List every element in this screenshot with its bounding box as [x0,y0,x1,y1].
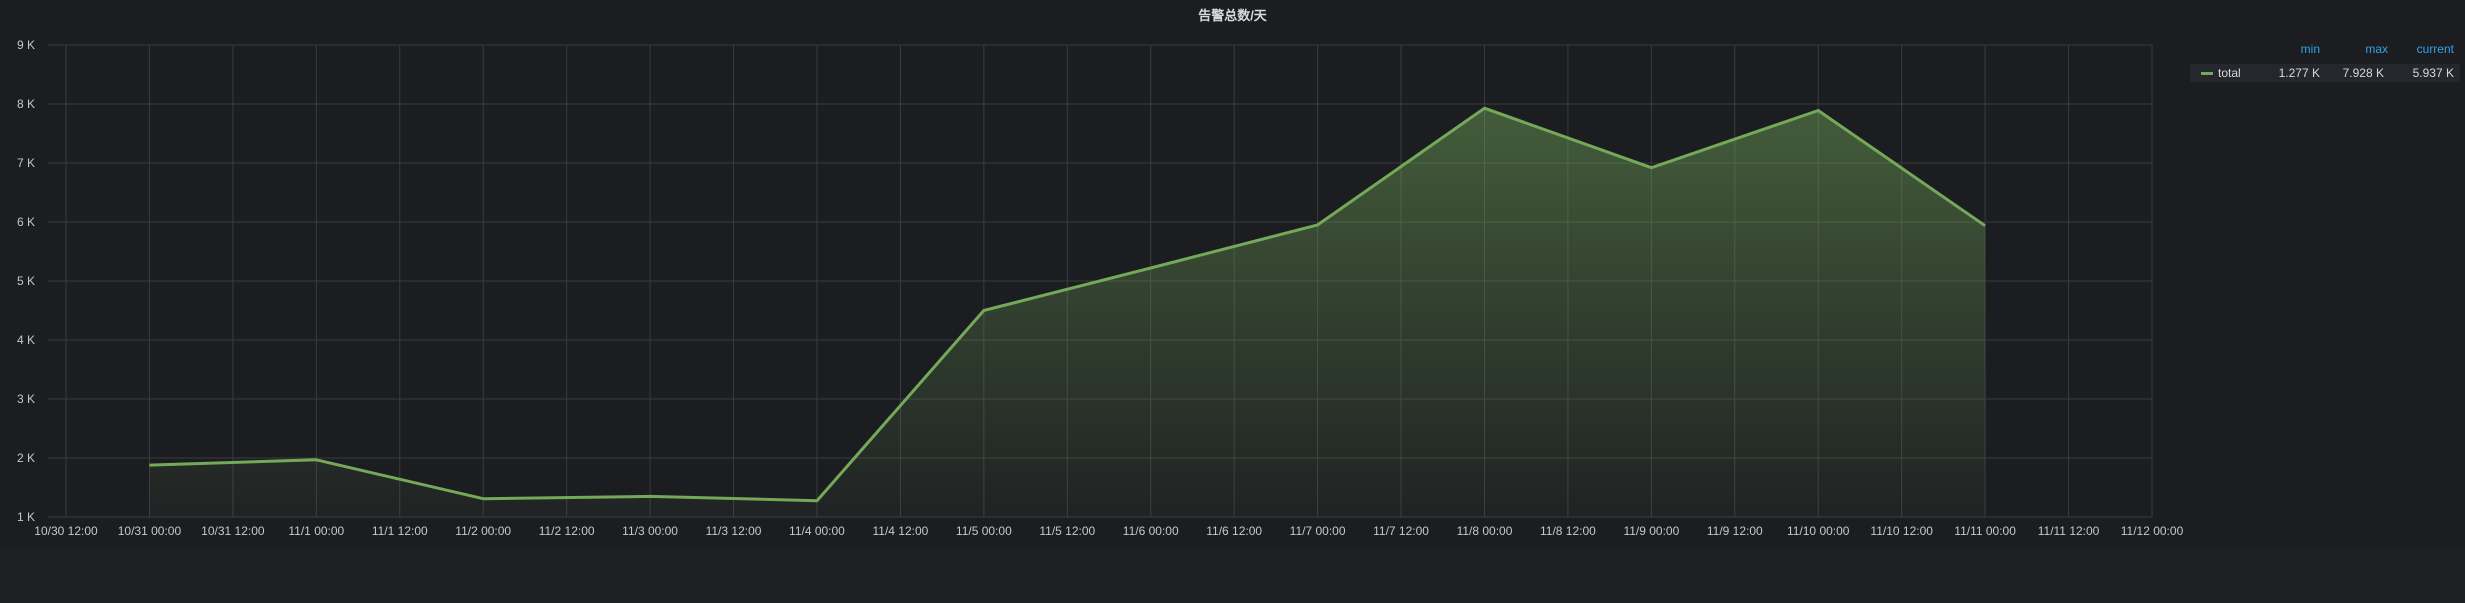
legend-max-value: 7.928 K [2342,66,2384,80]
x-tick-label: 11/10 00:00 [1787,524,1850,538]
legend-header: min max current [2190,42,2460,58]
x-tick-label: 11/3 12:00 [706,524,762,538]
data-point [1985,225,1986,226]
x-tick-label: 11/4 00:00 [789,524,845,538]
y-tick-label: 5 K [17,274,35,288]
chart-area: 1 K2 K3 K4 K5 K6 K7 K8 K9 K 10/30 12:00 1… [17,38,2184,538]
legend-item-total[interactable]: total 1.277 K 7.928 K 5.937 K [2190,64,2460,82]
x-tick-label: 11/11 00:00 [1954,524,2016,538]
x-tick-label: 11/7 00:00 [1290,524,1346,538]
data-point [316,459,317,460]
y-tick-label: 3 K [17,392,35,406]
x-tick-label: 11/1 00:00 [288,524,344,538]
y-tick-label: 4 K [17,333,35,347]
x-tick-label: 10/30 12:00 [34,524,98,538]
x-tick-label: 11/8 12:00 [1540,524,1596,538]
data-point [483,498,484,499]
data-point [650,496,651,497]
y-tick-label: 1 K [17,510,35,524]
x-tick-label: 11/1 12:00 [372,524,428,538]
x-tick-label: 11/2 12:00 [539,524,595,538]
data-point [983,310,984,311]
x-tick-label: 11/10 12:00 [1870,524,1933,538]
y-tick-label: 9 K [17,38,35,52]
x-axis: 10/30 12:00 10/31 00:00 10/31 12:00 11/1 00… [34,524,2183,538]
y-tick-label: 2 K [17,451,35,465]
graph-panel: 告警总数/天 1 K2 K3 K4 K5 K6 K7 K8 K9 K 10/30… [0,0,2465,548]
x-tick-label: 11/2 00:00 [455,524,511,538]
data-point [816,500,817,501]
legend-min-value: 1.277 K [2278,66,2320,80]
legend-header-max[interactable]: max [2328,42,2388,56]
legend-current-value: 5.937 K [2412,66,2454,80]
x-tick-label: 11/6 12:00 [1206,524,1262,538]
y-tick-label: 7 K [17,156,35,170]
legend-header-current[interactable]: current [2394,42,2454,56]
y-tick-label: 6 K [17,215,35,229]
data-point [149,465,150,466]
data-point [1150,268,1151,269]
x-tick-label: 10/31 12:00 [201,524,265,538]
data-point [1484,108,1485,109]
x-tick-label: 11/4 12:00 [872,524,928,538]
x-tick-label: 11/8 00:00 [1457,524,1513,538]
y-tick-label: 8 K [17,97,35,111]
x-tick-label: 11/12 00:00 [2121,524,2184,538]
data-point [1651,167,1652,168]
x-tick-label: 10/31 00:00 [118,524,182,538]
x-tick-label: 11/7 12:00 [1373,524,1429,538]
x-tick-label: 11/3 00:00 [622,524,678,538]
legend-swatch-icon[interactable] [2201,72,2213,75]
x-tick-label: 11/9 00:00 [1623,524,1679,538]
x-tick-label: 11/6 00:00 [1123,524,1179,538]
y-axis: 1 K 2 K 3 K 4 K 5 K 6 K 7 K 8 K 9 K [17,38,35,524]
x-tick-label: 11/5 00:00 [956,524,1012,538]
legend-series-name[interactable]: total [2218,66,2241,80]
data-point [1317,224,1318,225]
x-tick-label: 11/5 12:00 [1039,524,1095,538]
x-tick-label: 11/9 12:00 [1707,524,1763,538]
data-point [1818,110,1819,111]
legend-header-min[interactable]: min [2260,42,2320,56]
x-tick-label: 11/11 12:00 [2038,524,2100,538]
